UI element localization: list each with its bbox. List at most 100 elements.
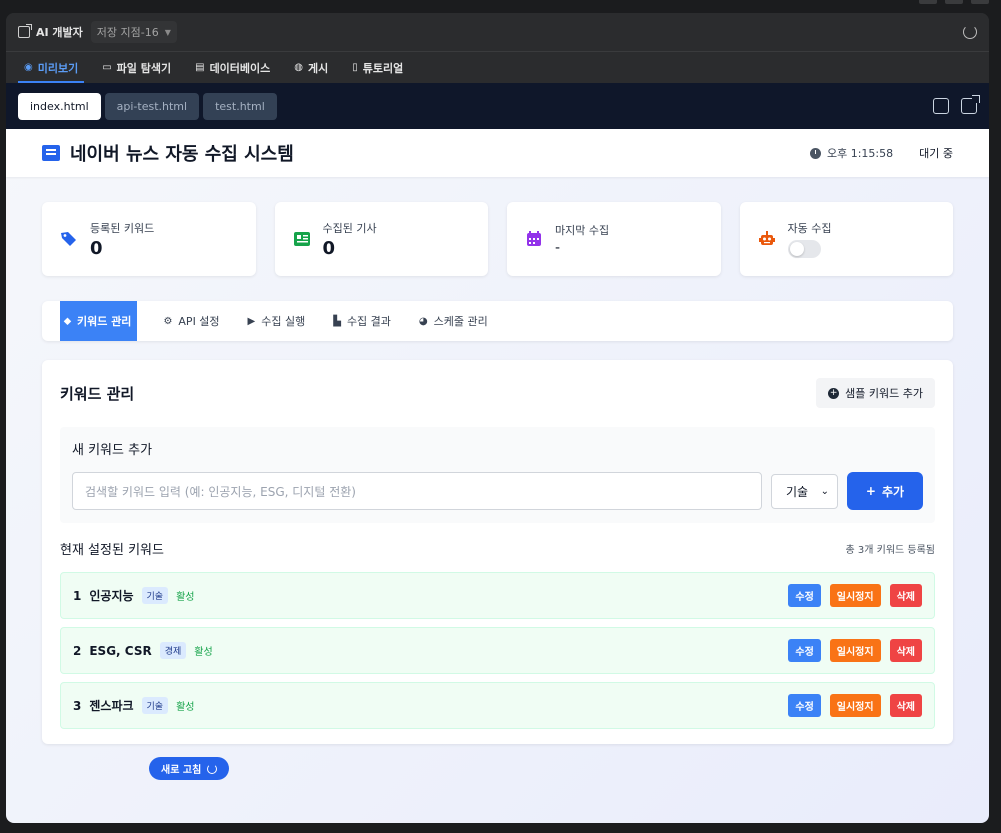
row-actions: 수정 일시정지 삭제 xyxy=(788,694,922,717)
tab-label: 데이터베이스 xyxy=(209,61,271,75)
chevron-down-icon: ▼ xyxy=(164,27,171,37)
status-text: 활성 xyxy=(194,647,213,658)
tab-label: 미리보기 xyxy=(37,61,79,75)
app-header: 네이버 뉴스 자동 수집 시스템 오후 1:15:58 대기 중 xyxy=(6,129,989,177)
tags-icon: ⬥ xyxy=(64,315,71,327)
auto-collect-toggle[interactable] xyxy=(787,240,821,258)
refresh-button[interactable]: 새로 고침 xyxy=(149,757,230,780)
current-time: 오후 1:15:58 xyxy=(826,147,894,160)
add-sample-keywords-button[interactable]: + 샘플 키워드 추가 xyxy=(816,378,935,408)
delete-button[interactable]: 삭제 xyxy=(889,584,922,607)
database-icon: ▤ xyxy=(195,62,205,73)
refresh-icon xyxy=(207,763,218,774)
category-badge: 기술 xyxy=(141,697,169,714)
tab-run-collection[interactable]: ▶ 수집 실행 xyxy=(234,301,320,341)
robot-icon xyxy=(758,231,775,245)
edit-icon xyxy=(18,24,32,38)
category-select[interactable]: 기술 ⌄ xyxy=(771,473,838,509)
keyword-list-header: 현재 설정된 키워드 총 3개 키워드 등록됨 xyxy=(60,539,935,558)
file-tabs-bar: index.html api-test.html test.html xyxy=(6,83,989,129)
clock-icon: ◕ xyxy=(418,315,428,327)
page-title: 네이버 뉴스 자동 수집 시스템 xyxy=(70,144,294,165)
select-value: 기술 xyxy=(786,484,809,499)
ide-window: AI 개발자 저장 지점-16 ▼ ◉ 미리보기 ▭ 파일 탐색기 ▤ 데이터베… xyxy=(6,13,989,823)
stat-value: 0 xyxy=(90,237,103,259)
file-tab-api-test[interactable]: api-test.html xyxy=(104,92,200,120)
file-tab-index[interactable]: index.html xyxy=(18,92,101,120)
external-link-icon[interactable] xyxy=(961,95,980,114)
delete-button[interactable]: 삭제 xyxy=(889,694,922,717)
button-label: 추가 xyxy=(881,484,905,499)
calendar-icon xyxy=(527,231,541,246)
globe-icon: ◍ xyxy=(294,62,304,73)
keyword-list: 1 인공지능 기술 활성 수정 일시정지 삭제 2 ESG, CSR 경제 활성 xyxy=(60,572,935,729)
status-text: 활성 xyxy=(176,702,195,713)
stat-label: 마지막 수집 xyxy=(555,224,610,237)
button-label: 샘플 키워드 추가 xyxy=(845,387,923,400)
clock: 오후 1:15:58 xyxy=(809,145,894,161)
keyword-number: 3 xyxy=(73,698,82,713)
window-controls xyxy=(919,0,989,4)
plus-icon: + xyxy=(865,484,876,498)
pause-button[interactable]: 일시정지 xyxy=(829,694,881,717)
tab-keyword-management[interactable]: ⬥ 키워드 관리 xyxy=(60,301,138,341)
row-actions: 수정 일시정지 삭제 xyxy=(788,584,922,607)
stat-value: 0 xyxy=(322,237,336,259)
edit-button[interactable]: 수정 xyxy=(788,694,821,717)
clock-icon xyxy=(809,147,821,159)
newspaper-icon xyxy=(42,145,60,161)
edit-button[interactable]: 수정 xyxy=(788,639,821,662)
list-item: 3 젠스파크 기술 활성 수정 일시정지 삭제 xyxy=(60,682,935,729)
keyword-list-title: 현재 설정된 키워드 xyxy=(60,543,164,558)
edit-button[interactable]: 수정 xyxy=(788,584,821,607)
tab-label: 튜토리얼 xyxy=(362,61,404,75)
stat-label: 수집된 기사 xyxy=(322,221,377,235)
pause-button[interactable]: 일시정지 xyxy=(829,639,881,662)
tab-preview[interactable]: ◉ 미리보기 xyxy=(12,52,90,83)
preview-app: 네이버 뉴스 자동 수집 시스템 오후 1:15:58 대기 중 등록된 키워드… xyxy=(6,129,989,823)
tab-api-settings[interactable]: ⚙ API 설정 xyxy=(149,301,233,341)
panel-header: 키워드 관리 + 샘플 키워드 추가 xyxy=(60,378,935,408)
keyword-panel: 키워드 관리 + 샘플 키워드 추가 새 키워드 추가 검색할 키워드 입력 (… xyxy=(42,360,953,744)
tab-tutorial[interactable]: ▯ 튜토리얼 xyxy=(340,52,415,83)
panel-title: 키워드 관리 xyxy=(60,384,135,403)
folder-icon: ▭ xyxy=(102,62,112,73)
add-keyword-title: 새 키워드 추가 xyxy=(72,443,153,458)
tab-collection-results[interactable]: ▙ 수집 결과 xyxy=(319,301,405,341)
status-text: 대기 중 xyxy=(919,147,953,160)
tab-database[interactable]: ▤ 데이터베이스 xyxy=(183,52,282,83)
tab-publish[interactable]: ◍ 게시 xyxy=(282,52,340,83)
newspaper-icon xyxy=(293,232,310,246)
stat-label: 자동 수집 xyxy=(787,222,832,235)
file-tab-test[interactable]: test.html xyxy=(203,92,277,120)
title-bar: AI 개발자 저장 지점-16 ▼ xyxy=(6,13,989,51)
tab-label: 수집 결과 xyxy=(346,315,391,328)
tab-label: 수집 실행 xyxy=(261,315,306,328)
plus-circle-icon: + xyxy=(828,387,840,399)
nav-tabs: ◉ 미리보기 ▭ 파일 탐색기 ▤ 데이터베이스 ◍ 게시 ▯ 튜토리얼 xyxy=(6,51,989,83)
stat-card-keywords: 등록된 키워드 0 xyxy=(42,202,256,276)
stat-card-articles: 수집된 기사 0 xyxy=(274,202,488,276)
section-tabs: ⬥ 키워드 관리 ⚙ API 설정 ▶ 수집 실행 ▙ 수집 결과 ◕ 스케줄 … xyxy=(42,301,953,341)
pause-button[interactable]: 일시정지 xyxy=(829,584,881,607)
play-icon: ▶ xyxy=(247,315,256,327)
stat-card-auto-collect: 자동 수집 xyxy=(739,202,953,276)
tab-label: 스케줄 관리 xyxy=(433,315,488,328)
keyword-input[interactable]: 검색할 키워드 입력 (예: 인공지능, ESG, 디지털 전환) xyxy=(72,472,762,510)
list-item: 2 ESG, CSR 경제 활성 수정 일시정지 삭제 xyxy=(60,627,935,674)
eye-icon: ◉ xyxy=(24,62,33,73)
keyword-number: 1 xyxy=(73,588,82,603)
responsive-view-icon[interactable] xyxy=(933,98,949,114)
delete-button[interactable]: 삭제 xyxy=(889,639,922,662)
category-badge: 기술 xyxy=(141,587,169,604)
tab-schedule-management[interactable]: ◕ 스케줄 관리 xyxy=(405,301,502,341)
status-text: 활성 xyxy=(176,592,195,603)
checkpoint-label: 저장 지점-16 xyxy=(96,26,159,39)
keyword-name: 젠스파크 xyxy=(89,699,134,713)
tab-file-explorer[interactable]: ▭ 파일 탐색기 xyxy=(90,52,183,83)
add-keyword-button[interactable]: + 추가 xyxy=(847,472,923,510)
checkpoint-dropdown[interactable]: 저장 지점-16 ▼ xyxy=(90,21,177,43)
tab-label: 키워드 관리 xyxy=(77,315,132,328)
add-keyword-box: 새 키워드 추가 검색할 키워드 입력 (예: 인공지능, ESG, 디지털 전… xyxy=(60,427,935,523)
refresh-icon[interactable] xyxy=(963,25,977,39)
